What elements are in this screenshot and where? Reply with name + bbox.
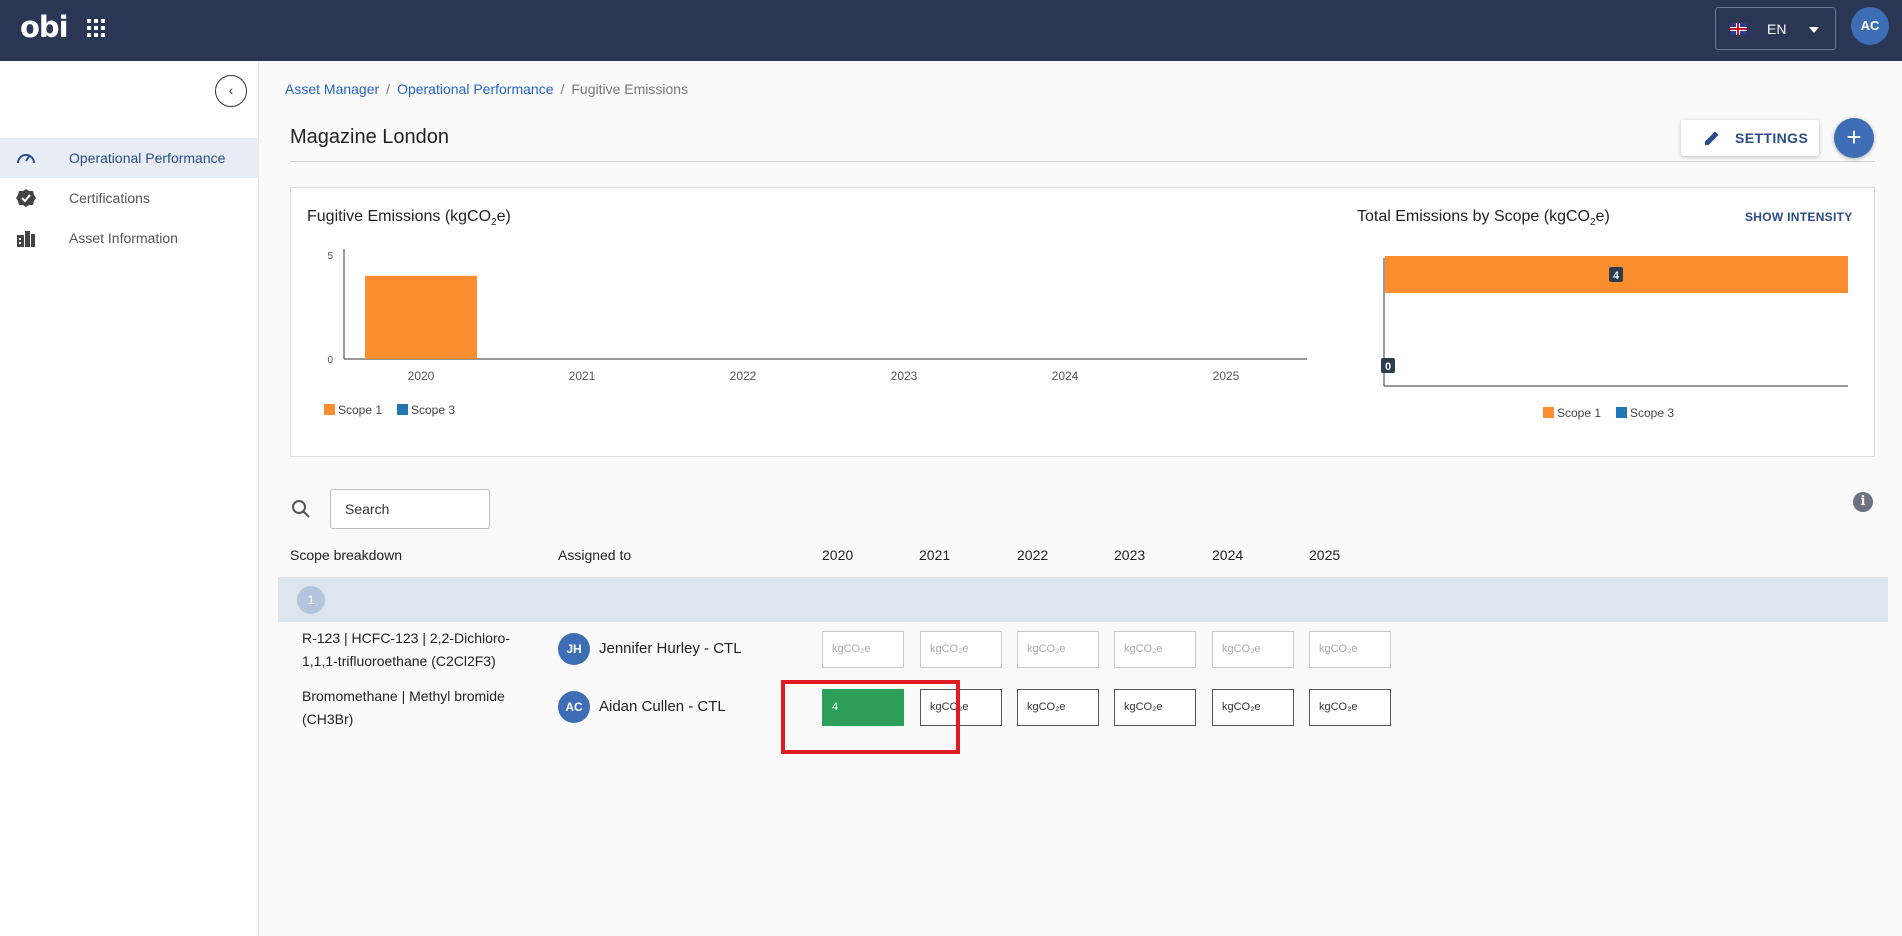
data-label: 0 bbox=[1385, 361, 1391, 373]
chevron-down-icon bbox=[1809, 27, 1819, 33]
sidebar: ‹ Operational Performance Certifications… bbox=[0, 61, 259, 936]
top-bar: obi EN AC bbox=[0, 0, 1902, 61]
row-label: Bromomethane | Methyl bromide (CH3Br) bbox=[302, 688, 505, 727]
assignee-name: Jennifer Hurley - CTL bbox=[599, 640, 742, 657]
pencil-icon bbox=[1705, 131, 1719, 145]
sidebar-item-asset-information[interactable]: Asset Information bbox=[0, 218, 259, 258]
assignee-avatar: AC bbox=[558, 691, 590, 723]
charts-card: Fugitive Emissions (kgCO2e) Total Emissi… bbox=[290, 187, 1875, 457]
charts-canvas: 0 5 2020 2021 2022 2023 2024 2025 Scope 1 Scope 3… bbox=[324, 249, 1848, 420]
legend-swatch bbox=[1543, 407, 1554, 418]
value-cell-2025[interactable]: kgCO₂e bbox=[1309, 631, 1391, 668]
value-cell-2022[interactable]: kgCO₂e bbox=[1017, 689, 1099, 726]
sidebar-item-label: Certifications bbox=[69, 190, 150, 206]
legend-label: Scope 1 bbox=[338, 403, 382, 417]
x-tick-label: 2021 bbox=[569, 369, 596, 383]
user-avatar[interactable]: AC bbox=[1851, 7, 1889, 45]
header-year: 2020 bbox=[822, 547, 854, 563]
assignee-avatar: JH bbox=[558, 633, 590, 665]
value-cell-2021[interactable]: kgCO₂e bbox=[920, 631, 1002, 668]
legend-label: Scope 1 bbox=[1557, 406, 1601, 420]
header-scope-breakdown: Scope breakdown bbox=[290, 547, 403, 563]
language-code: EN bbox=[1767, 21, 1787, 37]
legend-label: Scope 3 bbox=[1630, 406, 1674, 420]
row-label: R-123 | HCFC-123 | 2,2-Dichloro-1,1,1-tr… bbox=[302, 630, 511, 669]
legend-swatch bbox=[324, 404, 335, 415]
value-cell-2024[interactable]: kgCO₂e bbox=[1212, 689, 1294, 726]
add-button[interactable]: + bbox=[1834, 118, 1874, 158]
chevron-left-icon: ‹ bbox=[228, 82, 234, 98]
header-year: 2025 bbox=[1309, 547, 1341, 563]
data-label: 4 bbox=[1613, 270, 1620, 282]
header-assigned-to: Assigned to bbox=[558, 547, 632, 563]
app-logo[interactable]: obi bbox=[20, 10, 69, 44]
apps-grid-icon[interactable] bbox=[87, 19, 105, 37]
x-tick-label: 2023 bbox=[891, 369, 918, 383]
uk-flag-icon bbox=[1730, 23, 1747, 35]
y-tick-label: 5 bbox=[327, 251, 333, 262]
breadcrumb-separator: / bbox=[560, 81, 565, 97]
breadcrumb: Asset Manager / Operational Performance / Fu… bbox=[285, 81, 688, 97]
value-cell-2023[interactable]: kgCO₂e bbox=[1114, 689, 1196, 726]
speedometer-icon bbox=[17, 154, 35, 164]
info-icon[interactable]: i bbox=[1853, 492, 1873, 512]
settings-label: SETTINGS bbox=[1735, 130, 1809, 146]
x-tick-label: 2020 bbox=[408, 369, 435, 383]
assignee-name: Aidan Cullen - CTL bbox=[599, 698, 726, 715]
x-tick-label: 2022 bbox=[730, 369, 757, 383]
title-divider bbox=[290, 161, 1875, 162]
header-year: 2022 bbox=[1017, 547, 1049, 563]
breadcrumb-separator: / bbox=[386, 81, 391, 97]
legend-swatch bbox=[397, 404, 408, 415]
scope-group-row[interactable]: 1 bbox=[278, 577, 1888, 622]
value-cell-2023[interactable]: kgCO₂e bbox=[1114, 631, 1196, 668]
legend-label: Scope 3 bbox=[411, 403, 455, 417]
sidebar-item-label: Asset Information bbox=[69, 230, 178, 246]
search-icon bbox=[292, 500, 310, 518]
value-cell-2024[interactable]: kgCO₂e bbox=[1212, 631, 1294, 668]
settings-button[interactable]: SETTINGS bbox=[1681, 120, 1819, 156]
sidebar-item-label: Operational Performance bbox=[69, 150, 226, 166]
buildings-icon bbox=[17, 231, 35, 247]
x-tick-label: 2024 bbox=[1052, 369, 1079, 383]
value-cell-2025[interactable]: kgCO₂e bbox=[1309, 689, 1391, 726]
y-tick-label: 0 bbox=[327, 355, 333, 366]
page-title: Magazine London bbox=[290, 126, 450, 148]
x-tick-label: 2025 bbox=[1213, 369, 1240, 383]
header-year: 2021 bbox=[919, 547, 951, 563]
bar-scope-1 bbox=[365, 275, 477, 359]
legend-swatch bbox=[1616, 407, 1627, 418]
value-cell-2020[interactable]: kgCO₂e bbox=[822, 631, 904, 668]
collapse-sidebar-button[interactable]: ‹ bbox=[215, 75, 247, 107]
search-input[interactable] bbox=[330, 489, 490, 529]
breadcrumb-link-asset-manager[interactable]: Asset Manager bbox=[285, 81, 379, 97]
breadcrumb-current: Fugitive Emissions bbox=[571, 81, 689, 97]
badge-check-icon bbox=[16, 189, 36, 207]
value-cell-2022[interactable]: kgCO₂e bbox=[1017, 631, 1099, 668]
sidebar-item-operational-performance[interactable]: Operational Performance bbox=[0, 138, 259, 178]
highlight-annotation bbox=[781, 680, 960, 754]
scope-badge: 1 bbox=[297, 586, 325, 614]
sidebar-item-certifications[interactable]: Certifications bbox=[0, 178, 259, 218]
header-year: 2023 bbox=[1114, 547, 1146, 563]
language-selector[interactable]: EN bbox=[1715, 7, 1836, 50]
breadcrumb-link-operational-performance[interactable]: Operational Performance bbox=[397, 81, 553, 97]
header-year: 2024 bbox=[1212, 547, 1244, 563]
